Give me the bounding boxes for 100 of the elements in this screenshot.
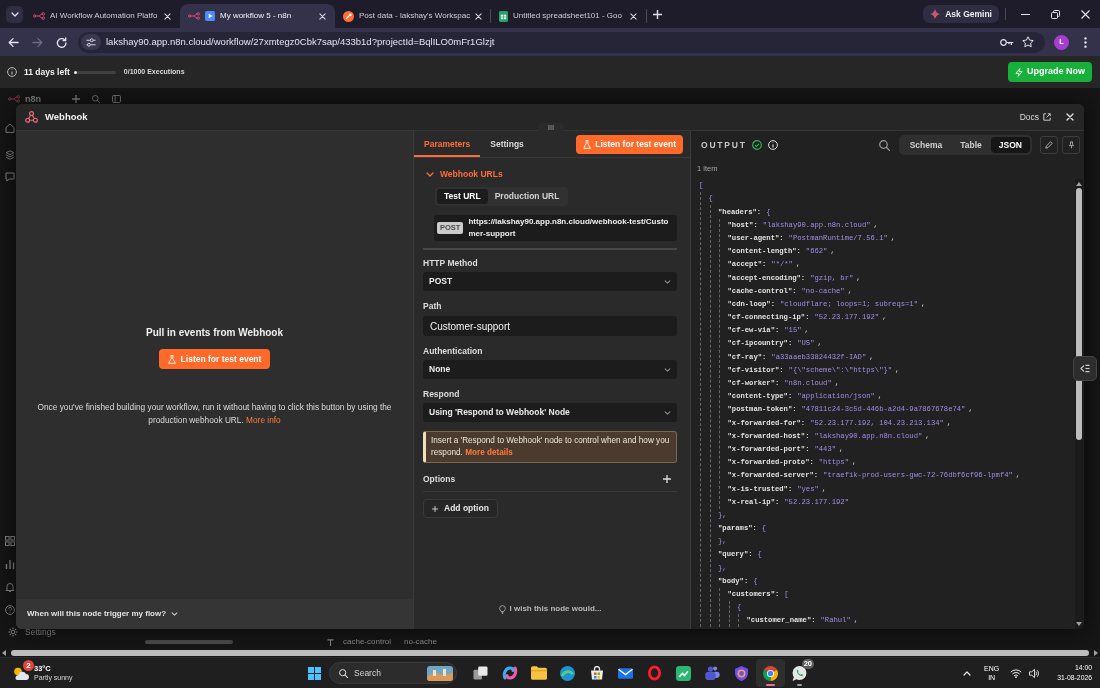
bell-icon[interactable] bbox=[5, 582, 15, 592]
scrollbar-thumb[interactable] bbox=[1076, 188, 1082, 440]
view-tab[interactable]: JSON bbox=[990, 137, 1030, 153]
close-icon[interactable] bbox=[319, 12, 326, 20]
sidebar-item[interactable]: Settings bbox=[0, 627, 56, 637]
browser-tab[interactable]: My workflow 5 - n8n bbox=[180, 4, 335, 28]
search-bar[interactable]: Search bbox=[329, 662, 457, 684]
webhook-url: https://lakshay90.app.n8n.cloud/webhook-test/Customer-support bbox=[468, 216, 670, 240]
browser-tab[interactable]: Untitled spreadsheet101 - Goo bbox=[491, 4, 646, 28]
more-details-link[interactable]: More details bbox=[465, 448, 513, 457]
search-icon[interactable] bbox=[92, 95, 100, 103]
help-text: Once you've finished building your workflow, run it without having to click this button by using the production webhook URL. More info bbox=[36, 401, 393, 427]
folder-icon bbox=[530, 666, 547, 680]
flask-icon bbox=[583, 139, 592, 149]
panel-toggle-button[interactable] bbox=[1073, 356, 1097, 381]
field-label: HTTP Method bbox=[423, 257, 479, 269]
address-bar[interactable]: lakshay90.app.n8n.cloud/workflow/27xmtegz0Cbk7sap/433b1d?projectId=BqlILO0mFr1Glzjt bbox=[78, 31, 1045, 53]
chevron-down-icon bbox=[171, 612, 179, 616]
taskbar-app[interactable] bbox=[756, 659, 785, 687]
help-icon[interactable] bbox=[5, 605, 15, 615]
scroll-right-icon[interactable] bbox=[1094, 649, 1098, 656]
grid-icon[interactable] bbox=[5, 536, 15, 546]
dropdown-field[interactable]: None bbox=[423, 360, 677, 379]
add-option-button[interactable]: Add option bbox=[423, 499, 498, 518]
grip-icon bbox=[548, 125, 554, 130]
dialog-title: Webhook bbox=[45, 109, 88, 124]
close-icon[interactable] bbox=[1080, 9, 1090, 19]
field-label: Path bbox=[423, 300, 443, 312]
scrollbar-thumb[interactable] bbox=[145, 640, 233, 644]
key-icon[interactable] bbox=[1000, 37, 1014, 47]
browser-tab[interactable]: Post data - lakshay's Workspac bbox=[335, 4, 490, 28]
close-icon[interactable] bbox=[475, 12, 483, 20]
ring-icon bbox=[648, 665, 661, 681]
chevron-down-icon bbox=[664, 367, 671, 372]
pencil-icon bbox=[1045, 141, 1053, 149]
panel-tab[interactable]: Settings bbox=[480, 131, 534, 157]
circle-logo-icon bbox=[343, 10, 354, 22]
search-icon bbox=[339, 668, 348, 678]
flask-icon bbox=[167, 354, 176, 364]
docs-link[interactable]: Docs bbox=[1019, 110, 1051, 124]
reload-icon[interactable] bbox=[56, 36, 67, 48]
close-icon[interactable] bbox=[1066, 113, 1074, 121]
pin-button[interactable] bbox=[1062, 136, 1080, 154]
scroll-left-icon[interactable] bbox=[2, 649, 6, 656]
scrollbar-thumb[interactable] bbox=[11, 649, 1089, 656]
back-arrow-icon[interactable] bbox=[8, 36, 19, 48]
chevron-up-icon[interactable] bbox=[963, 670, 972, 676]
drag-handle[interactable] bbox=[538, 123, 564, 132]
canvas-text: cache-control bbox=[343, 636, 392, 648]
sidebar-layout-icon[interactable] bbox=[112, 95, 121, 103]
close-icon[interactable] bbox=[164, 12, 171, 20]
plus-icon bbox=[432, 505, 438, 512]
lightbulb-icon bbox=[498, 604, 506, 614]
search-icon[interactable] bbox=[878, 139, 890, 151]
text-field[interactable]: Customer-support bbox=[423, 316, 677, 336]
bolt-icon bbox=[1015, 67, 1023, 77]
scroll-down-icon[interactable] bbox=[1076, 622, 1082, 626]
new-tab-plus-icon[interactable] bbox=[653, 10, 662, 19]
tab-search-button[interactable] bbox=[6, 6, 23, 23]
browser-tab[interactable]: AI Workflow Automation Platfo bbox=[25, 4, 180, 28]
weather-icon bbox=[12, 666, 29, 680]
workflow-logo-icon bbox=[188, 12, 200, 20]
close-icon[interactable] bbox=[630, 12, 637, 20]
tune-icon bbox=[86, 37, 96, 47]
trial-days-left: 11 days left bbox=[24, 65, 70, 79]
minimize-icon[interactable] bbox=[1020, 13, 1030, 15]
canvas-text: no-cache bbox=[404, 636, 437, 648]
site-info-button[interactable] bbox=[81, 34, 101, 50]
view-tab[interactable]: Schema bbox=[900, 137, 952, 153]
url-type-tab[interactable]: Test URL bbox=[437, 189, 488, 204]
more-menu-icon[interactable] bbox=[1084, 36, 1087, 48]
scroll-up-icon[interactable] bbox=[1076, 182, 1082, 186]
feedback-link[interactable]: I wish this node would... bbox=[498, 603, 602, 615]
restore-icon[interactable] bbox=[1050, 9, 1060, 19]
star-icon[interactable] bbox=[1022, 36, 1034, 48]
url-type-tab[interactable]: Production URL bbox=[487, 189, 567, 204]
chevron-down-icon bbox=[664, 410, 671, 415]
dropdown-field[interactable]: Using 'Respond to Webhook' Node bbox=[423, 403, 677, 422]
wifi-icon[interactable] bbox=[1010, 668, 1023, 678]
sparkle-icon bbox=[930, 9, 941, 19]
info-icon[interactable] bbox=[767, 140, 778, 150]
text-type-icon bbox=[327, 638, 334, 646]
panel-tab[interactable]: Parameters bbox=[414, 131, 481, 157]
dropdown-field[interactable]: POST bbox=[423, 272, 677, 291]
ask-gemini-button[interactable]: Ask Gemini bbox=[923, 5, 999, 23]
trigger-info-toggle[interactable]: When will this node trigger my flow? bbox=[27, 608, 179, 620]
layers-icon[interactable] bbox=[5, 150, 15, 160]
arrow-lines-icon bbox=[1080, 364, 1090, 373]
chat-icon[interactable] bbox=[5, 172, 15, 182]
view-tab[interactable]: Table bbox=[951, 137, 991, 153]
section-toggle[interactable]: Webhook URLs bbox=[423, 168, 503, 180]
more-info-link[interactable]: More info bbox=[246, 415, 281, 425]
edit-button[interactable] bbox=[1040, 136, 1058, 154]
chart-icon bbox=[676, 665, 691, 681]
start-logo-icon[interactable] bbox=[308, 666, 321, 680]
bar-chart-icon[interactable] bbox=[5, 559, 15, 569]
home-icon[interactable] bbox=[5, 123, 15, 133]
volume-icon[interactable] bbox=[1029, 667, 1040, 679]
notice-callout: Insert a 'Respond to Webhook' node to control when and how you respond. More details bbox=[423, 431, 677, 463]
search-input[interactable]: Search bbox=[354, 664, 424, 682]
